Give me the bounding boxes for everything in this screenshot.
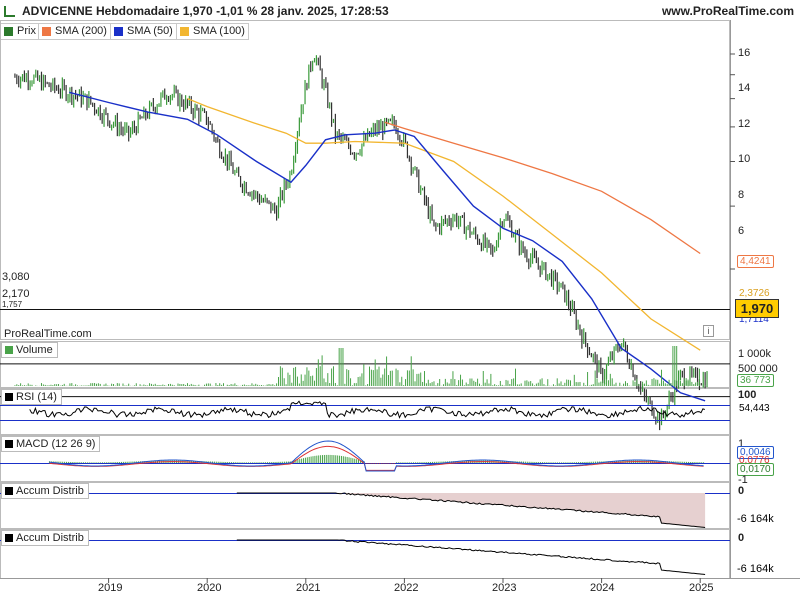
hline-label[interactable]: 1,757 (2, 300, 23, 309)
panel-title-accum-1[interactable]: Accum Distrib (1, 483, 89, 499)
rsi-value-tag: 54,443 (739, 403, 770, 414)
line-icon (5, 534, 13, 542)
panel-title-accum-2[interactable]: Accum Distrib (1, 530, 89, 546)
price-tick-label: 8 (738, 189, 745, 201)
info-icon[interactable]: i (703, 325, 714, 337)
watermark: ProRealTime.com (4, 328, 92, 340)
x-tick-label: 2021 (296, 582, 321, 594)
accum-fill-area (335, 493, 706, 528)
x-tick-label: 2022 (394, 582, 419, 594)
x-tick-label: 2023 (492, 582, 517, 594)
chart-canvas (0, 20, 800, 583)
line-icon (5, 393, 13, 401)
bar-icon (5, 346, 13, 354)
macd-line (49, 440, 704, 472)
volume-tick-label: 1 000k (738, 348, 772, 360)
price-tick-label: 6 (738, 225, 745, 237)
sma100-value-tag: 2,3726 (739, 288, 770, 299)
panel-title-volume[interactable]: Volume (1, 342, 58, 358)
x-tick-label: 2020 (197, 582, 222, 594)
panel-frame (0, 529, 730, 579)
sma50-line (69, 91, 706, 402)
last-price-badge: 1,970 (735, 299, 779, 318)
panel-frame (0, 435, 730, 482)
x-tick-label: 2024 (590, 582, 615, 594)
accum2-value-tag: -6 164k (737, 563, 774, 575)
sma200-value-tag: 4,4241 (737, 255, 774, 268)
price-tick-label: 16 (738, 47, 751, 59)
accum-tick-label: 0 (738, 485, 745, 497)
x-tick-label: 2025 (689, 582, 714, 594)
macd-signal-line (49, 445, 704, 471)
panel-title-rsi[interactable]: RSI (14) (1, 389, 62, 405)
hline-label[interactable]: 2,170 (2, 288, 30, 300)
rsi-line (29, 400, 705, 419)
rsi-tick-label: 100 (738, 389, 757, 401)
volume-value-tag: 36 773 (737, 374, 774, 387)
price-tick-label: 12 (738, 118, 751, 130)
price-tick-label: 10 (738, 153, 751, 165)
accum-tick-label: 0 (738, 532, 745, 544)
accum1-value-tag: -6 164k (737, 513, 774, 525)
price-tick-label: 14 (738, 82, 751, 94)
panel-title-macd[interactable]: MACD (12 26 9) (1, 436, 101, 452)
line-icon (5, 487, 13, 495)
accum-line (236, 539, 706, 575)
hline-label[interactable]: 3,080 (2, 271, 30, 283)
line-icon (5, 440, 13, 448)
sma200-line (384, 121, 701, 255)
x-tick-label: 2019 (98, 582, 123, 594)
panel-frame (0, 20, 730, 340)
